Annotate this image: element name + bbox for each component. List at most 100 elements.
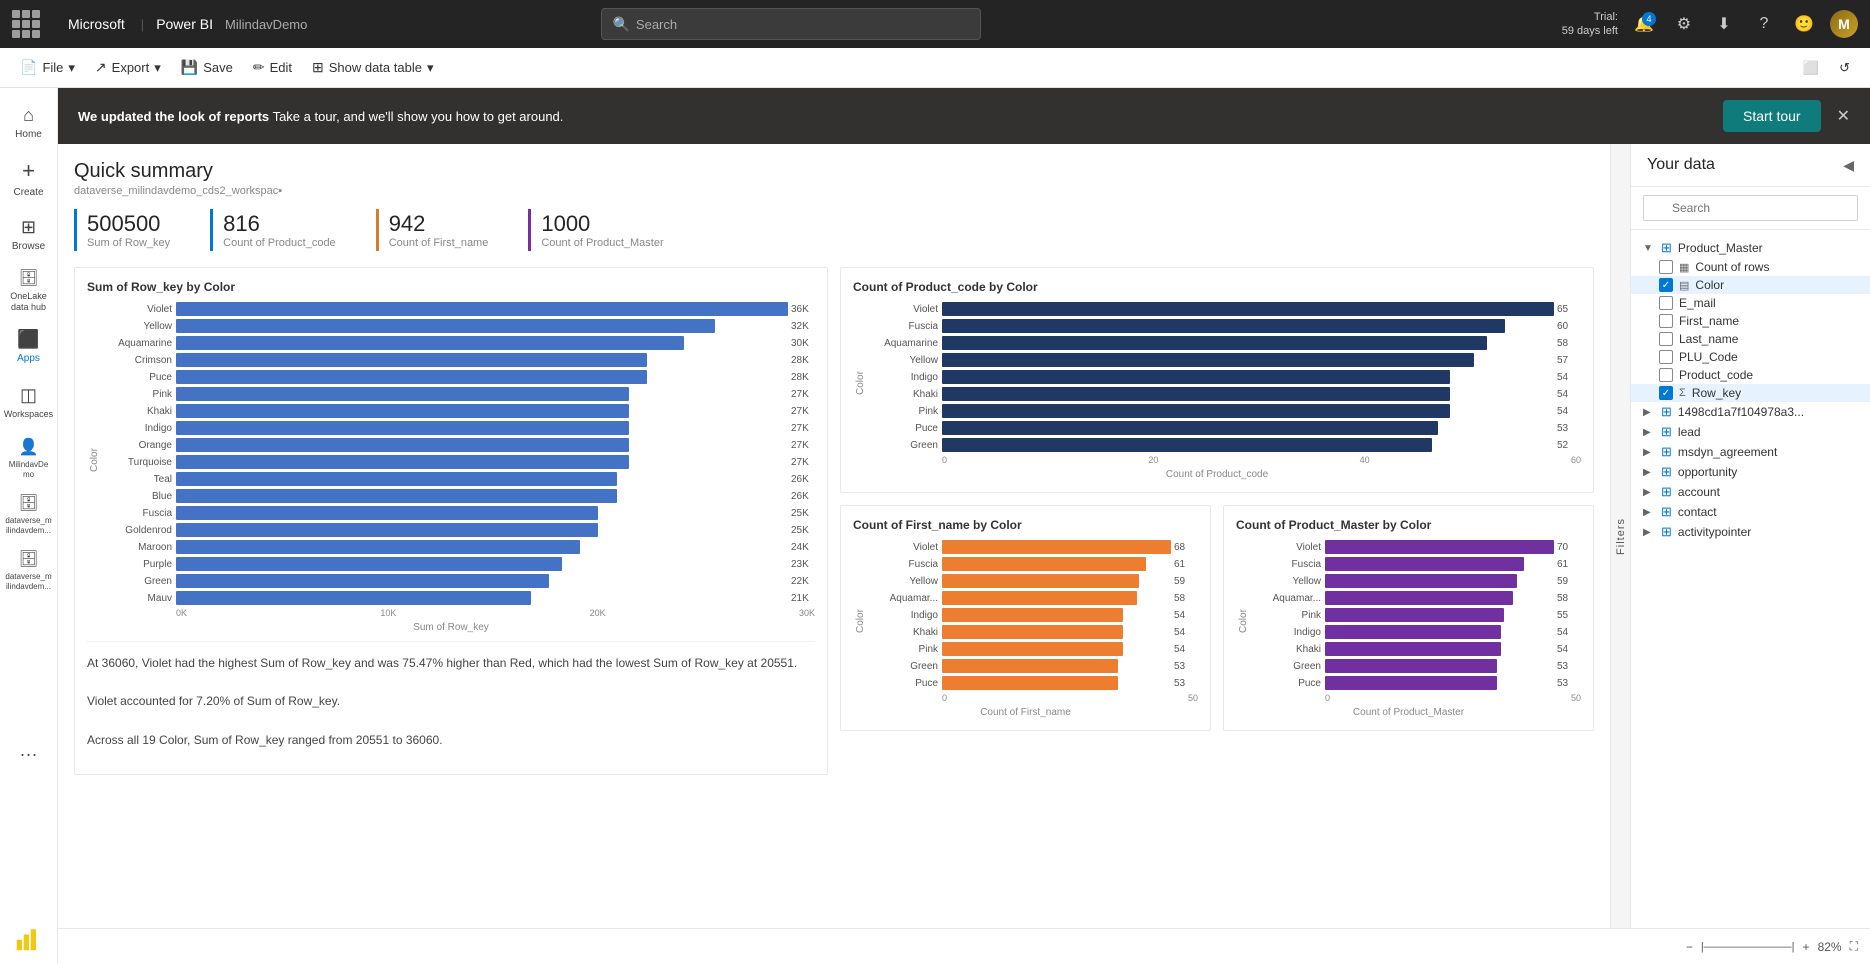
tree-first-name[interactable]: First_name [1631, 312, 1870, 330]
checkbox-email[interactable] [1659, 296, 1673, 310]
tree-plu-code[interactable]: PLU_Code [1631, 348, 1870, 366]
qs-title: Quick summary [74, 160, 1594, 183]
home-icon: ⌂ [23, 105, 34, 126]
refresh-button[interactable]: ↺ [1831, 56, 1858, 80]
checkbox-plu-code[interactable] [1659, 350, 1673, 364]
apps-grid-icon[interactable] [12, 10, 40, 38]
filters-vert-label: Filters [1615, 518, 1627, 555]
window-button[interactable]: ⬜ [1795, 56, 1827, 80]
tree-product-code[interactable]: Product_code [1631, 366, 1870, 384]
filters-search-input[interactable] [1643, 195, 1858, 221]
notifications-icon[interactable]: 🔔 4 [1630, 10, 1658, 38]
checkbox-color[interactable]: ✓ [1659, 278, 1673, 292]
onelake-icon: 🗄 [18, 268, 38, 288]
bar-violet-2: Violet65 [868, 302, 1581, 316]
sidebar-item-dataverse1[interactable]: 🗄 dataverse_m ilindavdem... [3, 488, 55, 540]
bar-indigo-3: Indigo54 [868, 608, 1198, 622]
bar-fuscia-3: Fuscia61 [868, 557, 1198, 571]
sidebar-item-home[interactable]: ⌂ Home [3, 96, 55, 148]
checkbox-first-name[interactable] [1659, 314, 1673, 328]
start-tour-button[interactable]: Start tour [1723, 100, 1821, 132]
tree-opportunity[interactable]: ▶ ⊞ opportunity [1631, 462, 1870, 482]
bar-violet-3: Violet68 [868, 540, 1198, 554]
chart2-x-ticks: 0 20 40 60 [868, 455, 1581, 465]
checkbox-last-name[interactable] [1659, 332, 1673, 346]
tree-last-name[interactable]: Last_name [1631, 330, 1870, 348]
bar-khaki-3: Khaki54 [868, 625, 1198, 639]
tree-label-first-name: First_name [1679, 314, 1739, 328]
bar-yellow-3: Yellow59 [868, 574, 1198, 588]
global-search-input[interactable] [636, 17, 971, 32]
sidebar: ⌂ Home + Create ⊞ Browse 🗄 OneLake data … [0, 88, 58, 964]
sidebar-item-workspaces-label: Workspaces [4, 409, 53, 419]
chart1-x-label: Sum of Row_key [87, 622, 815, 633]
tree-count-of-rows[interactable]: ▦ Count of rows [1631, 258, 1870, 276]
tree-label-plu-code: PLU_Code [1679, 350, 1738, 364]
show-data-button[interactable]: ⊞ Show data table ▾ [304, 55, 442, 80]
file-button[interactable]: 📄 File ▾ [12, 55, 83, 80]
sidebar-item-milindav[interactable]: 👤 MilindavDe mo [3, 432, 55, 484]
checkbox-row-key[interactable]: ✓ [1659, 386, 1673, 400]
chevron-right-icon-msdyn: ▶ [1643, 447, 1655, 458]
checkbox-product-code[interactable] [1659, 368, 1673, 382]
tree-label-activitypointer: activitypointer [1678, 525, 1751, 539]
close-banner-button[interactable]: ✕ [1837, 106, 1850, 126]
expand-icon[interactable]: ⛶ [1850, 939, 1858, 954]
top-nav-right: Trial: 59 days left 🔔 4 ⚙ ⬇ ? 🙂 M [1562, 10, 1858, 39]
sidebar-item-more[interactable]: ··· [3, 728, 55, 780]
bar-puce-1: Puce28K [102, 370, 815, 384]
table-icon-activitypointer: ⊞ [1661, 524, 1672, 540]
main-layout: ⌂ Home + Create ⊞ Browse 🗄 OneLake data … [0, 88, 1870, 964]
tree-label-email: E_mail [1679, 296, 1716, 310]
sidebar-item-dataverse2[interactable]: 🗄 dataverse_m ilindavdem... [3, 544, 55, 596]
settings-icon[interactable]: ⚙ [1670, 10, 1698, 38]
chart1-summary: At 36060, Violet had the highest Sum of … [87, 641, 815, 762]
checkbox-count-rows[interactable] [1659, 260, 1673, 274]
export-button[interactable]: ↗ Export ▾ [87, 55, 169, 80]
vertical-filter-bar[interactable]: Filters [1610, 144, 1630, 928]
tree-contact[interactable]: ▶ ⊞ contact [1631, 502, 1870, 522]
tree-email[interactable]: E_mail [1631, 294, 1870, 312]
bottom-bar: − |————————| + 82% ⛶ [58, 928, 1870, 964]
zoom-in-button[interactable]: + [1803, 940, 1810, 954]
sidebar-item-milindav-label: MilindavDe mo [3, 460, 55, 479]
sidebar-item-browse[interactable]: ⊞ Browse [3, 208, 55, 260]
collapse-filters-icon[interactable]: ◀ [1843, 157, 1854, 174]
zoom-out-button[interactable]: − [1686, 940, 1693, 954]
tree-product-master[interactable]: ▼ ⊞ Product_Master [1631, 238, 1870, 258]
global-search-bar[interactable]: 🔍 [601, 8, 981, 40]
sidebar-item-apps[interactable]: ⬛ Apps [3, 320, 55, 372]
help-icon[interactable]: ? [1750, 10, 1778, 38]
user-avatar[interactable]: M [1830, 10, 1858, 38]
chart1-bars: Violet36K Yellow32K Aquamarine30K Crimso… [102, 302, 815, 618]
sidebar-item-workspaces[interactable]: ◫ Workspaces [3, 376, 55, 428]
bar-teal-1: Teal26K [102, 472, 815, 486]
tree-account[interactable]: ▶ ⊞ account [1631, 482, 1870, 502]
save-button[interactable]: 💾 Save [173, 55, 241, 80]
feedback-icon[interactable]: 🙂 [1790, 10, 1818, 38]
qs-metric-label-product-code: Count of Product_code [223, 237, 336, 249]
filters-tree: ▼ ⊞ Product_Master ▦ Count of rows ✓ ▤ C… [1631, 230, 1870, 928]
qs-metric-value-product-code: 816 [223, 211, 336, 237]
sidebar-powerbi-logo [11, 920, 47, 956]
sidebar-item-create[interactable]: + Create [3, 152, 55, 204]
table-icon-small: ▦ [1679, 261, 1689, 274]
bar-yellow-2: Yellow57 [868, 353, 1581, 367]
table-icon-1498: ⊞ [1661, 404, 1672, 420]
bar-crimson-1: Crimson28K [102, 353, 815, 367]
tree-row-key[interactable]: ✓ Σ Row_key [1631, 384, 1870, 402]
bar-aquamarine-2: Aquamarine58 [868, 336, 1581, 350]
bar-violet-4: Violet70 [1251, 540, 1581, 554]
sidebar-item-home-label: Home [15, 129, 42, 140]
bar-maroon-1: Maroon24K [102, 540, 815, 554]
tree-msdyn-agreement[interactable]: ▶ ⊞ msdyn_agreement [1631, 442, 1870, 462]
tree-label-product-master: Product_Master [1678, 241, 1763, 255]
tree-activitypointer[interactable]: ▶ ⊞ activitypointer [1631, 522, 1870, 542]
tree-1498[interactable]: ▶ ⊞ 1498cd1a7f104978a3... [1631, 402, 1870, 422]
sidebar-item-onelake[interactable]: 🗄 OneLake data hub [3, 264, 55, 316]
export-icon: ↗ [95, 59, 107, 76]
tree-lead[interactable]: ▶ ⊞ lead [1631, 422, 1870, 442]
edit-button[interactable]: ✏ Edit [245, 55, 300, 80]
download-icon[interactable]: ⬇ [1710, 10, 1738, 38]
tree-color[interactable]: ✓ ▤ Color [1631, 276, 1870, 294]
